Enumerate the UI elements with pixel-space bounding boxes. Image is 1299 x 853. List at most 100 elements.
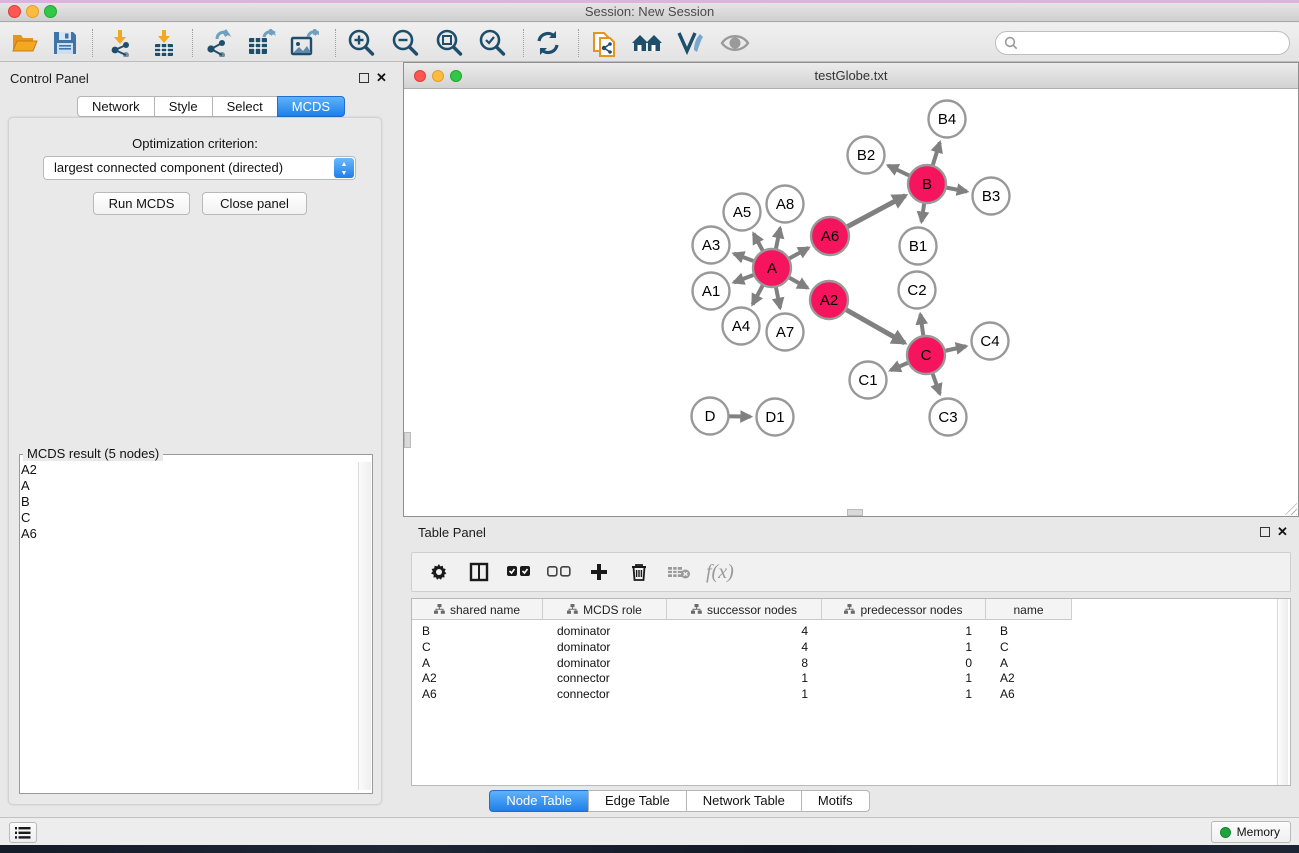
cell-MCDS-role[interactable]: dominator bbox=[543, 639, 667, 655]
import-table-icon[interactable] bbox=[147, 27, 181, 59]
mcds-result-list[interactable]: A2ABCA6 bbox=[21, 462, 351, 542]
cell-MCDS-role[interactable]: connector bbox=[543, 670, 667, 686]
tab-network-table[interactable]: Network Table bbox=[686, 790, 801, 812]
network-window-titlebar[interactable]: testGlobe.txt bbox=[404, 63, 1298, 89]
tab-select[interactable]: Select bbox=[212, 96, 277, 117]
zoom-fit-icon[interactable] bbox=[432, 27, 466, 59]
cell-name[interactable]: C bbox=[986, 639, 1072, 655]
add-column-icon[interactable] bbox=[586, 559, 612, 585]
memory-status-icon bbox=[1220, 827, 1231, 838]
result-item[interactable]: B bbox=[21, 494, 351, 510]
table-row[interactable]: Adominator80A bbox=[412, 655, 1072, 671]
zoom-out-icon[interactable] bbox=[388, 27, 422, 59]
run-mcds-button[interactable]: Run MCDS bbox=[93, 192, 190, 215]
cell-successor-nodes[interactable]: 4 bbox=[667, 639, 822, 655]
cell-successor-nodes[interactable]: 8 bbox=[667, 655, 822, 671]
network-graph[interactable]: B4B2BB3A8A5A6A3B1AC2A1A2A4A7C4CC1C3DD1 bbox=[404, 89, 1298, 516]
node-table[interactable]: shared nameMCDS rolesuccessor nodesprede… bbox=[411, 598, 1291, 786]
export-table-icon[interactable] bbox=[244, 27, 278, 59]
delete-table-icon[interactable] bbox=[666, 559, 692, 585]
cell-shared-name[interactable]: A6 bbox=[412, 686, 543, 702]
tab-style[interactable]: Style bbox=[154, 96, 212, 117]
column-header-name[interactable]: name bbox=[986, 599, 1072, 620]
save-session-icon[interactable] bbox=[48, 27, 82, 59]
search-icon bbox=[1004, 36, 1018, 50]
cell-name[interactable]: B bbox=[986, 623, 1072, 639]
result-item[interactable]: A6 bbox=[21, 526, 351, 542]
search-field[interactable] bbox=[995, 31, 1290, 55]
table-close-panel-icon[interactable]: ✕ bbox=[1277, 524, 1288, 540]
duplicate-network-icon[interactable] bbox=[588, 27, 622, 59]
table-row[interactable]: A6connector11A6 bbox=[412, 686, 1072, 702]
cell-name[interactable]: A6 bbox=[986, 686, 1072, 702]
cell-predecessor-nodes[interactable]: 1 bbox=[822, 686, 986, 702]
birds-eye-view-icon[interactable] bbox=[718, 27, 752, 59]
cell-predecessor-nodes[interactable]: 1 bbox=[822, 623, 986, 639]
deselect-all-icon[interactable] bbox=[546, 559, 572, 585]
refresh-icon[interactable] bbox=[531, 27, 565, 59]
result-item[interactable]: A bbox=[21, 478, 351, 494]
result-scrollbar[interactable] bbox=[358, 462, 371, 790]
tab-network[interactable]: Network bbox=[77, 96, 154, 117]
close-panel-icon[interactable]: ✕ bbox=[376, 70, 387, 86]
export-network-icon[interactable] bbox=[201, 27, 235, 59]
result-item[interactable]: A2 bbox=[21, 462, 351, 478]
table-row[interactable]: Bdominator41B bbox=[412, 623, 1072, 639]
canvas-vscroll-nub[interactable] bbox=[404, 432, 411, 448]
cell-successor-nodes[interactable]: 1 bbox=[667, 686, 822, 702]
search-input[interactable] bbox=[1023, 36, 1289, 50]
select-all-icon[interactable] bbox=[506, 559, 532, 585]
network-canvas[interactable]: B4B2BB3A8A5A6A3B1AC2A1A2A4A7C4CC1C3DD1 bbox=[404, 89, 1298, 516]
zoom-in-icon[interactable] bbox=[344, 27, 378, 59]
export-image-icon[interactable] bbox=[287, 27, 321, 59]
tab-mcds[interactable]: MCDS bbox=[277, 96, 345, 117]
cell-MCDS-role[interactable]: connector bbox=[543, 686, 667, 702]
close-panel-button[interactable]: Close panel bbox=[202, 192, 307, 215]
criterion-select[interactable]: largest connected component (directed) ▲… bbox=[43, 156, 356, 180]
open-file-icon[interactable] bbox=[8, 27, 42, 59]
cell-shared-name[interactable]: C bbox=[412, 639, 543, 655]
cell-shared-name[interactable]: B bbox=[412, 623, 543, 639]
delete-column-icon[interactable] bbox=[626, 559, 652, 585]
zoom-selected-icon[interactable] bbox=[475, 27, 509, 59]
status-bar: Memory bbox=[0, 817, 1299, 845]
cell-successor-nodes[interactable]: 4 bbox=[667, 623, 822, 639]
home-icon[interactable] bbox=[630, 27, 664, 59]
cell-shared-name[interactable]: A2 bbox=[412, 670, 543, 686]
cell-shared-name[interactable]: A bbox=[412, 655, 543, 671]
table-scrollbar[interactable] bbox=[1277, 599, 1288, 785]
column-header-predecessor-nodes[interactable]: predecessor nodes bbox=[822, 599, 986, 620]
app-title: Session: New Session bbox=[0, 4, 1299, 19]
gear-icon[interactable] bbox=[426, 559, 452, 585]
cell-name[interactable]: A bbox=[986, 655, 1072, 671]
column-header-MCDS-role[interactable]: MCDS role bbox=[543, 599, 667, 620]
table-row[interactable]: Cdominator41C bbox=[412, 639, 1072, 655]
cell-successor-nodes[interactable]: 1 bbox=[667, 670, 822, 686]
table-header-row: shared nameMCDS rolesuccessor nodesprede… bbox=[412, 599, 1072, 620]
tab-node-table[interactable]: Node Table bbox=[489, 790, 588, 812]
cell-predecessor-nodes[interactable]: 1 bbox=[822, 670, 986, 686]
cell-predecessor-nodes[interactable]: 1 bbox=[822, 639, 986, 655]
show-column-icon[interactable] bbox=[466, 559, 492, 585]
import-network-icon[interactable] bbox=[103, 27, 137, 59]
canvas-hscroll-nub[interactable] bbox=[847, 509, 863, 516]
task-history-button[interactable] bbox=[9, 822, 37, 843]
cell-MCDS-role[interactable]: dominator bbox=[543, 623, 667, 639]
node-label-A8: A8 bbox=[776, 196, 794, 213]
tab-motifs[interactable]: Motifs bbox=[801, 790, 870, 812]
cell-MCDS-role[interactable]: dominator bbox=[543, 655, 667, 671]
column-header-successor-nodes[interactable]: successor nodes bbox=[667, 599, 822, 620]
table-float-panel-icon[interactable] bbox=[1260, 527, 1270, 537]
result-item[interactable]: C bbox=[21, 510, 351, 526]
cell-name[interactable]: A2 bbox=[986, 670, 1072, 686]
hide-graphics-details-icon[interactable] bbox=[673, 27, 707, 59]
tab-edge-table[interactable]: Edge Table bbox=[588, 790, 686, 812]
function-builder-icon[interactable]: f(x) bbox=[706, 561, 734, 584]
float-panel-icon[interactable] bbox=[359, 73, 369, 83]
column-header-shared-name[interactable]: shared name bbox=[412, 599, 543, 620]
memory-button[interactable]: Memory bbox=[1211, 821, 1291, 843]
cell-predecessor-nodes[interactable]: 0 bbox=[822, 655, 986, 671]
control-panel-header: Control Panel ✕ bbox=[0, 68, 391, 92]
node-label-C1: C1 bbox=[858, 372, 877, 389]
table-row[interactable]: A2connector11A2 bbox=[412, 670, 1072, 686]
